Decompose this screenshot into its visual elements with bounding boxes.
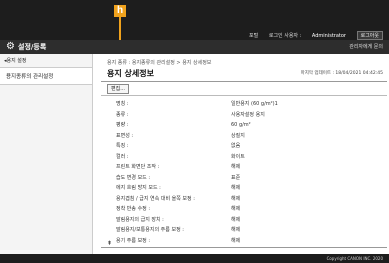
- page-section-title: 설정/등록: [18, 43, 47, 51]
- property-value: 해제: [231, 195, 241, 202]
- app-bar: ⚙ 설정/등록 관리자에게 문의: [0, 40, 389, 54]
- logout-button[interactable]: 로그아웃: [356, 31, 383, 40]
- property-list: 명칭 : 일반용지 (60 g/m²)1 종류 : 사용자설정 용지 평량 : 60 …: [116, 99, 376, 246]
- sidebar-back-link[interactable]: ◂용지 설정: [0, 54, 92, 68]
- page-title: 용지 상세정보: [107, 69, 154, 78]
- property-row: 프린트 화면단 조작 : 해제: [116, 162, 376, 173]
- property-row: 말림용지의 급지 장치 : 해제: [116, 215, 376, 226]
- property-key: 표면성 :: [116, 132, 134, 139]
- property-row: 평량 : 60 g/m²: [116, 120, 376, 131]
- gear-icon: ⚙: [6, 41, 15, 52]
- login-user-label: 로그인 사용자 :: [268, 33, 302, 39]
- main-panel: 용지 종류 : 용지종류의 관리설정 > 용지 상세정보 용지 상세정보 마지막…: [93, 54, 389, 254]
- property-value: 화이트: [231, 153, 245, 160]
- property-value: 해제: [231, 237, 241, 244]
- header-links: 포털 로그인 사용자 : Administrator 로그아웃: [240, 31, 383, 40]
- copyright: Copyright CANON INC. 2020: [326, 256, 383, 261]
- property-key: 에지 흐림 방지 모드 :: [116, 185, 161, 191]
- property-row: 컬러 : 화이트: [116, 152, 376, 163]
- breadcrumb: 용지 종류 : 용지종류의 관리설정 > 용지 상세정보: [107, 60, 212, 66]
- property-key: 특징 :: [116, 143, 129, 149]
- property-row: 에지 흐림 방지 모드 : 해제: [116, 183, 376, 194]
- callout-marker: h: [114, 5, 126, 17]
- login-user-name: Administrator: [311, 33, 346, 39]
- property-key: 말림용지/보통용지의 주름 보정 :: [116, 227, 184, 233]
- last-updated: 마지막 업데이트 : 18/04/2021 04:42:45: [300, 71, 383, 76]
- property-row: 종류 : 사용자설정 용지: [116, 110, 376, 121]
- divider: [101, 247, 387, 248]
- property-key: 평량 :: [116, 122, 129, 128]
- divider: [101, 95, 387, 96]
- property-value: 없음: [231, 143, 241, 149]
- property-row: 용기 주름 보정 : 해제: [116, 236, 376, 247]
- property-value: 표준: [231, 174, 241, 181]
- edit-button[interactable]: 편집...: [107, 84, 129, 94]
- property-value: 해제: [231, 206, 241, 212]
- property-value: 해제: [231, 216, 241, 223]
- property-row: 특징 : 없음: [116, 141, 376, 152]
- scroll-top-icon[interactable]: ⇞: [107, 240, 112, 247]
- top-bar: 포털 로그인 사용자 : Administrator 로그아웃: [0, 0, 389, 40]
- property-key: 정착 반송 수정 :: [116, 206, 151, 212]
- property-key: 종류 :: [116, 111, 129, 118]
- property-value: 해제: [231, 227, 241, 233]
- footer: Copyright CANON INC. 2020: [0, 254, 389, 263]
- property-value: 일반용지 (60 g/m²)1: [231, 101, 278, 107]
- divider: [101, 81, 387, 82]
- property-value: 해제: [231, 185, 241, 191]
- sidebar: ◂용지 설정 용지종류의 관리설정: [0, 54, 93, 254]
- portal-link[interactable]: 포털: [249, 33, 258, 39]
- property-key: 용기 주름 보정 :: [116, 237, 151, 244]
- property-key: 용지겹침 / 급지 연속 대비 을쪽 보정 :: [116, 195, 195, 202]
- property-key: 프린트 화면단 조작 :: [116, 164, 160, 170]
- property-row: 습도 변경 모드 : 표준: [116, 173, 376, 184]
- property-row: 정착 반송 수정 : 해제: [116, 204, 376, 215]
- property-row: 명칭 : 일반용지 (60 g/m²)1: [116, 99, 376, 110]
- property-value: 해제: [231, 164, 241, 170]
- property-key: 말림용지의 급지 장치 :: [116, 216, 164, 223]
- property-key: 컬러 :: [116, 153, 129, 160]
- property-key: 습도 변경 모드 :: [116, 174, 151, 181]
- contact-admin-link[interactable]: 관리자에게 문의: [349, 43, 383, 50]
- property-row: 표면성 : 상질지: [116, 131, 376, 142]
- property-key: 명칭 :: [116, 101, 129, 107]
- property-value: 상질지: [231, 132, 245, 139]
- property-row: 용지겹침 / 급지 연속 대비 을쪽 보정 : 해제: [116, 194, 376, 205]
- sidebar-item-paper-type-management[interactable]: 용지종류의 관리설정: [0, 68, 92, 85]
- property-value: 60 g/m²: [231, 122, 251, 128]
- property-row: 말림용지/보통용지의 주름 보정 : 해제: [116, 225, 376, 236]
- property-value: 사용자설정 용지: [231, 111, 265, 118]
